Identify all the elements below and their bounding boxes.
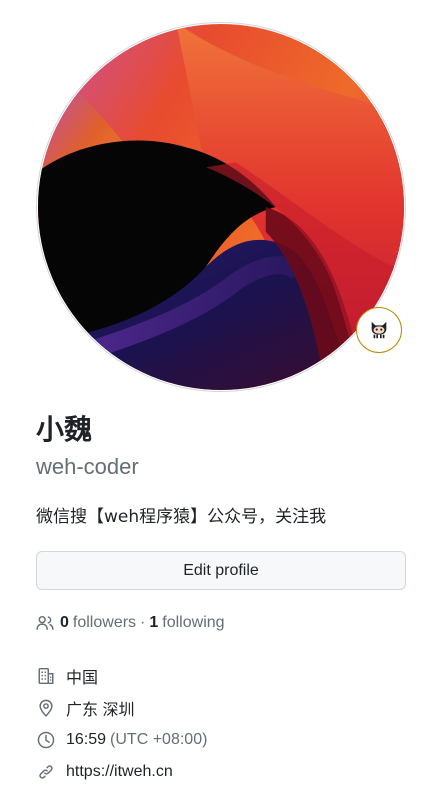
following-count: 1 bbox=[149, 614, 159, 631]
followers-count: 0 bbox=[60, 614, 69, 631]
following-label: following bbox=[162, 614, 225, 631]
status-badge[interactable] bbox=[356, 307, 402, 353]
followers-label: followers bbox=[72, 614, 137, 631]
profile-details: 中国 广东 深圳 16:59 (UTC +08:00) https://itwe bbox=[36, 660, 416, 788]
following-link[interactable]: 1 following bbox=[149, 614, 224, 632]
profile-name: 小魏 bbox=[36, 413, 93, 446]
link-icon bbox=[36, 762, 56, 782]
detail-time: 16:59 (UTC +08:00) bbox=[36, 724, 416, 756]
timezone: (UTC +08:00) bbox=[110, 731, 208, 748]
avatar[interactable] bbox=[36, 22, 406, 392]
profile-login: weh-coder bbox=[36, 454, 139, 479]
local-time: 16:59 bbox=[66, 731, 107, 748]
building-icon bbox=[36, 666, 56, 686]
followers-link[interactable]: 0 followers bbox=[60, 614, 136, 632]
people-icon bbox=[36, 615, 54, 630]
detail-location: 广东 深圳 bbox=[36, 692, 416, 724]
location-pin-icon bbox=[36, 698, 56, 718]
location-city: 广东 深圳 bbox=[66, 702, 135, 719]
profile-bio: 微信搜【weh程序猿】公众号，关注我 bbox=[36, 507, 327, 527]
location-country: 中国 bbox=[66, 670, 99, 687]
avatar-container bbox=[36, 22, 406, 392]
edit-profile-button[interactable]: Edit profile bbox=[36, 551, 406, 590]
detail-organization: 中国 bbox=[36, 660, 416, 692]
clock-icon bbox=[36, 730, 56, 750]
octocat-icon bbox=[371, 321, 387, 339]
detail-website: https://itweh.cn bbox=[36, 756, 416, 788]
follow-separator: · bbox=[140, 614, 146, 631]
follow-stats: 0 followers · 1 following bbox=[36, 611, 225, 635]
website-link[interactable]: https://itweh.cn bbox=[66, 763, 173, 781]
